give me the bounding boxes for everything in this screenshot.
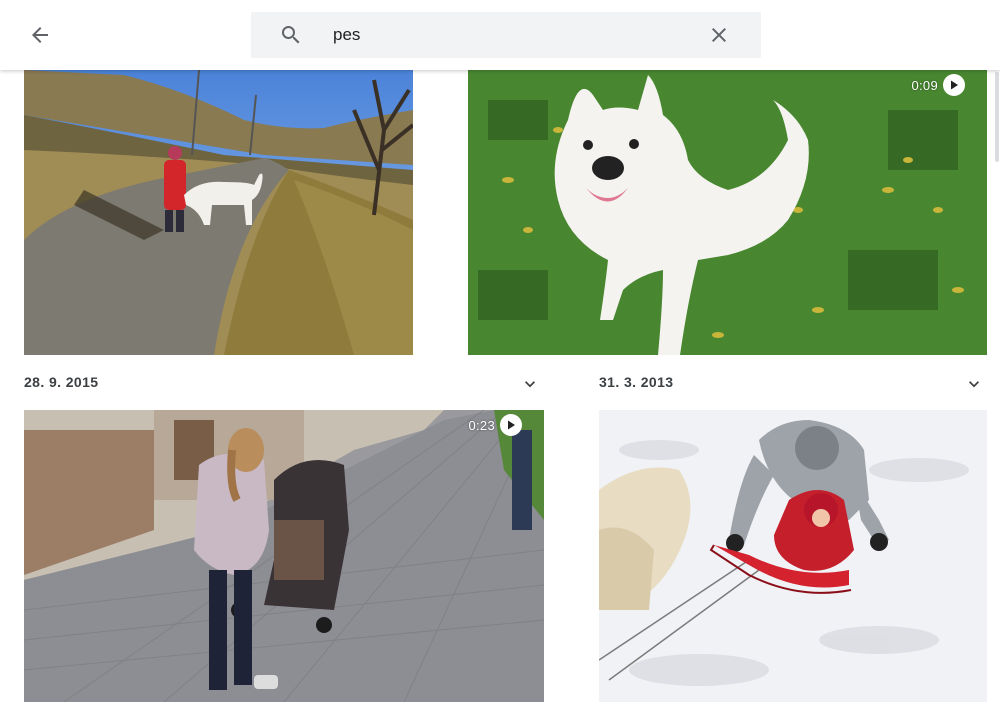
- scrollbar-track[interactable]: [994, 70, 1000, 712]
- play-icon: [500, 414, 522, 436]
- play-icon: [943, 74, 965, 96]
- photo-image: [24, 70, 413, 355]
- duration-text: 0:09: [911, 77, 938, 93]
- chevron-down-icon[interactable]: [520, 374, 540, 394]
- video-thumbnail[interactable]: 0:09: [468, 70, 987, 355]
- close-icon[interactable]: [707, 23, 731, 47]
- search-input[interactable]: [333, 20, 693, 50]
- photo-thumbnail[interactable]: [24, 70, 413, 355]
- top-app-bar: [0, 0, 1000, 70]
- search-icon[interactable]: [279, 23, 303, 47]
- group-date: 28. 9. 2015: [24, 374, 99, 390]
- photo-image: [468, 70, 987, 355]
- search-bar: [251, 12, 761, 58]
- photo-image: [24, 410, 544, 702]
- photo-image: [599, 410, 987, 702]
- photo-thumbnail[interactable]: [599, 410, 987, 702]
- duration-text: 0:23: [468, 417, 495, 433]
- group-date: 31. 3. 2013: [599, 374, 674, 390]
- chevron-down-icon[interactable]: [964, 374, 984, 394]
- video-duration: 0:09: [911, 74, 965, 96]
- video-duration: 0:23: [468, 414, 522, 436]
- scrollbar-thumb[interactable]: [995, 72, 999, 162]
- back-button[interactable]: [22, 17, 58, 53]
- video-thumbnail[interactable]: 0:23: [24, 410, 544, 702]
- arrow-back-icon: [32, 27, 48, 43]
